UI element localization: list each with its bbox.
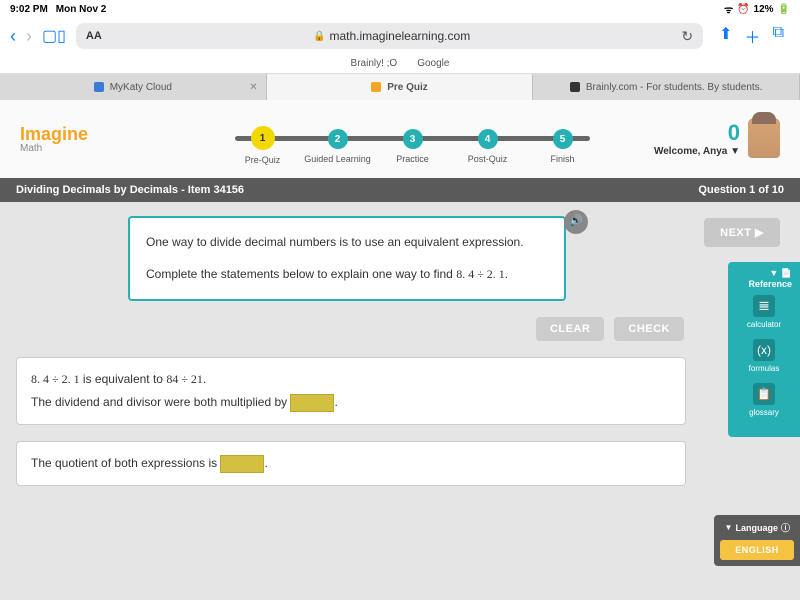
check-button[interactable]: CHECK	[614, 317, 684, 341]
tabs-icon[interactable]: ⧉	[773, 24, 784, 48]
tabs-bar: MyKaty Cloud ✕ Pre Quiz Brainly.com - Fo…	[0, 74, 800, 100]
answer-box-2: The quotient of both expressions is .	[16, 441, 686, 486]
action-row: CLEAR CHECK	[16, 317, 684, 341]
url-text: 🔒 math.imaginelearning.com	[108, 29, 676, 43]
welcome-text[interactable]: Welcome, Anya ▼	[654, 146, 740, 157]
back-button[interactable]: ‹	[10, 26, 16, 47]
wifi-icon: ᯤ	[724, 2, 733, 16]
formulas-tool[interactable]: (x)formulas	[732, 339, 796, 373]
content-area: NEXT ▶ 🔊 One way to divide decimal numbe…	[0, 202, 800, 600]
calculator-tool[interactable]: 𝌆calculator	[732, 295, 796, 329]
user-area: 0 Welcome, Anya ▼	[654, 118, 780, 158]
battery-icon: 🔋	[778, 4, 790, 15]
progress-stepper: 1Pre-Quiz 2Guided Learning 3Practice 4Po…	[225, 128, 600, 166]
bookmarks-bar: Brainly! ;O Google	[0, 54, 800, 74]
answer-blank-2[interactable]	[220, 455, 264, 473]
answer-blank-1[interactable]	[290, 394, 334, 412]
favicon	[371, 82, 381, 92]
browser-toolbar: ‹ › ▢▯ AA 🔒 math.imaginelearning.com ↻ ⬆…	[0, 18, 800, 54]
address-bar[interactable]: AA 🔒 math.imaginelearning.com ↻	[76, 23, 703, 49]
favicon	[570, 82, 580, 92]
bookmark-link[interactable]: Brainly! ;O	[351, 58, 398, 69]
favicon	[94, 82, 104, 92]
logo: Imagine Math	[20, 125, 88, 154]
question-bar: Dividing Decimals by Decimals - Item 341…	[0, 178, 800, 202]
clear-button[interactable]: CLEAR	[536, 317, 604, 341]
question-counter: Question 1 of 10	[698, 184, 784, 196]
avatar[interactable]	[748, 118, 780, 158]
reload-button[interactable]: ↻	[681, 28, 693, 45]
status-time: 9:02 PM	[10, 4, 48, 15]
bookmarks-icon[interactable]: ▢▯	[42, 26, 66, 46]
instruction-line2: Complete the statements below to explain…	[146, 264, 548, 286]
close-icon[interactable]: ✕	[249, 82, 257, 93]
app-header: Imagine Math 1Pre-Quiz 2Guided Learning …	[0, 100, 800, 178]
step-finish[interactable]: 5Finish	[525, 129, 600, 165]
tab-mykaty[interactable]: MyKaty Cloud ✕	[0, 74, 267, 100]
step-postquiz[interactable]: 4Post-Quiz	[450, 129, 525, 165]
step-guided[interactable]: 2Guided Learning	[300, 129, 375, 165]
glossary-icon: 📋	[753, 383, 775, 405]
instruction-line1: One way to divide decimal numbers is to …	[146, 232, 548, 254]
statement-1: 8. 4 ÷ 2. 1 is equivalent to 84 ÷ 21.	[31, 368, 671, 391]
language-header[interactable]: ▼Languageⓘ	[720, 521, 794, 534]
lock-icon: 🔒	[313, 31, 325, 42]
reference-panel: ▼ 📄Reference 𝌆calculator (x)formulas 📋gl…	[728, 262, 800, 437]
formulas-icon: (x)	[753, 339, 775, 361]
alarm-icon: ⏰	[737, 4, 749, 15]
points-value: 0	[654, 120, 740, 146]
share-icon[interactable]: ⬆︎	[719, 24, 732, 48]
status-bar: 9:02 PM Mon Nov 2 ᯤ ⏰ 12% 🔋	[0, 0, 800, 18]
glossary-tool[interactable]: 📋glossary	[732, 383, 796, 417]
language-button[interactable]: ENGLISH	[720, 540, 794, 560]
item-title: Dividing Decimals by Decimals - Item 341…	[16, 184, 244, 196]
step-prequiz[interactable]: 1Pre-Quiz	[225, 128, 300, 166]
language-panel: ▼Languageⓘ ENGLISH	[714, 515, 800, 566]
forward-button[interactable]: ›	[26, 26, 32, 47]
step-practice[interactable]: 3Practice	[375, 129, 450, 165]
instruction-box: 🔊 One way to divide decimal numbers is t…	[128, 216, 566, 301]
next-button[interactable]: NEXT ▶	[704, 218, 780, 247]
info-icon: ⓘ	[781, 521, 790, 534]
status-date: Mon Nov 2	[56, 4, 107, 15]
new-tab-icon[interactable]: ＋	[745, 24, 761, 48]
calculator-icon: 𝌆	[753, 295, 775, 317]
audio-icon[interactable]: 🔊	[564, 210, 588, 234]
tab-brainly[interactable]: Brainly.com - For students. By students.	[533, 74, 800, 100]
battery-pct: 12%	[754, 4, 774, 15]
statement-2: The dividend and divisor were both multi…	[31, 391, 671, 414]
reference-header[interactable]: ▼ 📄Reference	[732, 268, 796, 289]
answer-box-1: 8. 4 ÷ 2. 1 is equivalent to 84 ÷ 21. Th…	[16, 357, 686, 425]
text-size-button[interactable]: AA	[86, 30, 102, 42]
tab-prequiz[interactable]: Pre Quiz	[267, 74, 534, 100]
bookmark-link[interactable]: Google	[417, 58, 449, 69]
